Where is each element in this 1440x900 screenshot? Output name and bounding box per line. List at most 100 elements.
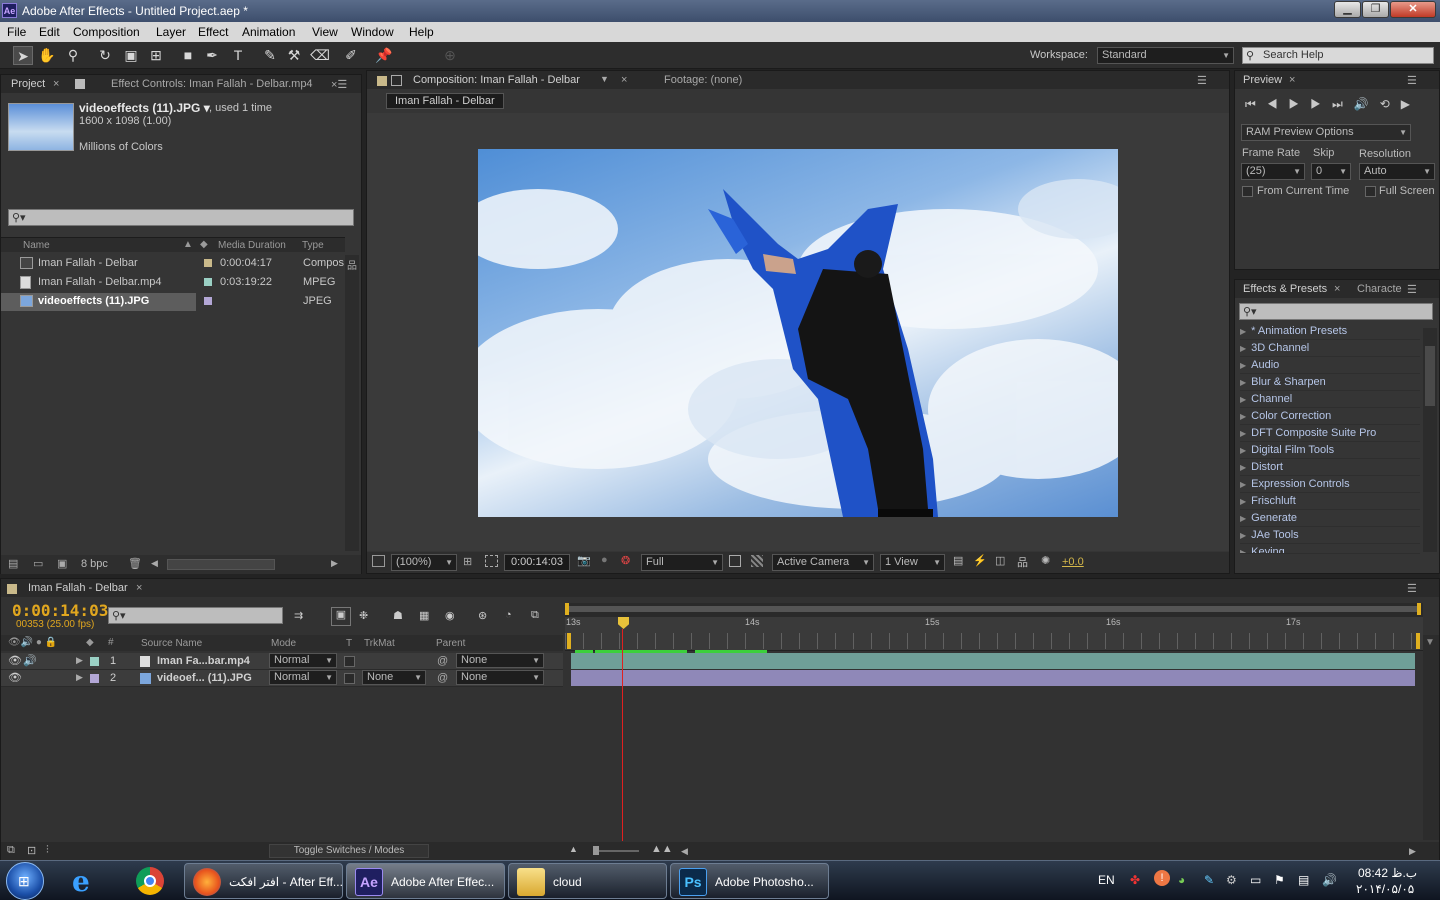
- close-button[interactable]: ✕: [1390, 1, 1436, 18]
- layer-parent-dropdown[interactable]: None: [456, 670, 544, 685]
- flowchart-view-icon[interactable]: 品: [1017, 554, 1028, 570]
- keyboard-tray-icon[interactable]: ▭: [1250, 873, 1261, 887]
- tab-composition[interactable]: Composition: Iman Fallah - Delbar: [413, 74, 580, 86]
- camera-dropdown[interactable]: Active Camera: [772, 554, 874, 571]
- first-frame-icon[interactable]: ⏮: [1245, 97, 1267, 111]
- tab-preview[interactable]: Preview: [1243, 74, 1282, 86]
- skip-dropdown[interactable]: 0: [1311, 163, 1351, 180]
- effect-category[interactable]: Frischluft: [1240, 493, 1420, 510]
- tab-timeline[interactable]: Iman Fallah - Delbar: [28, 582, 128, 594]
- zoom-slider-thumb[interactable]: [593, 846, 599, 855]
- preserve-transparency-checkbox[interactable]: [344, 656, 355, 667]
- workspace-dropdown[interactable]: Standard: [1097, 47, 1234, 64]
- hide-shy-layers-icon[interactable]: ☗: [393, 609, 403, 622]
- taskbar-item-firefox[interactable]: افتر افکت - After Eff...: [184, 863, 343, 899]
- pick-whip-icon[interactable]: @: [437, 655, 448, 667]
- pick-whip-icon[interactable]: @: [437, 672, 448, 684]
- toggle-switches-modes-button[interactable]: Toggle Switches / Modes: [269, 844, 429, 858]
- minimize-button[interactable]: ▁: [1334, 1, 1361, 18]
- previous-frame-icon[interactable]: ◀: [1267, 97, 1289, 111]
- flowchart-icon[interactable]: 品: [347, 257, 357, 272]
- region-of-interest-icon[interactable]: [729, 555, 741, 567]
- text-tool-icon[interactable]: T: [228, 46, 248, 65]
- brush-tool-icon[interactable]: ✎: [260, 46, 280, 65]
- layer-parent-dropdown[interactable]: None: [456, 653, 544, 668]
- timeline-panel-menu-icon[interactable]: ☰: [1407, 582, 1417, 595]
- timeline-icon[interactable]: ◫: [995, 554, 1005, 567]
- comp-dropdown-icon[interactable]: ▼: [600, 74, 609, 84]
- layer-row[interactable]: 👁 🔊 ▶ 1 Iman Fa...bar.mp4 Normal @ None: [1, 653, 563, 670]
- ram-preview-options-dropdown[interactable]: RAM Preview Options: [1241, 124, 1411, 141]
- project-scrollbar[interactable]: [345, 255, 359, 551]
- label-tag-icon[interactable]: ◆: [200, 239, 208, 250]
- clone-stamp-tool-icon[interactable]: ⚒: [284, 46, 304, 65]
- clock-time[interactable]: 08:42 ب.ظ: [1358, 866, 1417, 880]
- project-row-selected[interactable]: videoeffects (11).JPG JPEG: [1, 293, 345, 311]
- color-channel-icon[interactable]: ❂: [621, 554, 630, 567]
- selection-tool-icon[interactable]: ➤: [13, 46, 33, 65]
- graph-editor-icon[interactable]: ⧉: [531, 609, 539, 622]
- taskbar-item-photoshop[interactable]: Ps Adobe Photosho...: [670, 863, 829, 899]
- work-area-bar[interactable]: [565, 603, 1423, 617]
- label-color-swatch[interactable]: [204, 259, 212, 267]
- effects-scrollbar-thumb[interactable]: [1425, 346, 1435, 406]
- menu-effect[interactable]: Effect: [198, 25, 228, 39]
- rotate-tool-icon[interactable]: ↻: [95, 46, 115, 65]
- header-media-duration[interactable]: Media Duration: [218, 240, 286, 251]
- zoom-out-icon[interactable]: ▲: [569, 844, 578, 854]
- effect-category[interactable]: Distort: [1240, 459, 1420, 476]
- show-snapshot-icon[interactable]: ●: [601, 554, 608, 566]
- tab-project-close-icon[interactable]: ×: [53, 78, 59, 90]
- view-layout-dropdown[interactable]: 1 View: [880, 554, 945, 571]
- layer-bar-video[interactable]: [571, 653, 1415, 669]
- effect-category[interactable]: Blur & Sharpen: [1240, 374, 1420, 391]
- tab-character[interactable]: Characte: [1357, 283, 1402, 295]
- timeline-scroll-left-icon[interactable]: ◀: [681, 846, 688, 857]
- layer-mode-dropdown[interactable]: Normal: [269, 670, 337, 685]
- menu-file[interactable]: File: [7, 25, 26, 39]
- tab-preview-close-icon[interactable]: ×: [1289, 74, 1295, 86]
- tab-effects-presets[interactable]: Effects & Presets: [1243, 283, 1327, 295]
- video-visibility-icon[interactable]: 👁: [8, 654, 22, 667]
- resolution-dropdown[interactable]: Full: [641, 554, 723, 571]
- effect-category[interactable]: 3D Channel: [1240, 340, 1420, 357]
- maximize-button[interactable]: ❐: [1362, 1, 1389, 18]
- effect-category[interactable]: * Animation Presets: [1240, 323, 1420, 340]
- full-screen-checkbox[interactable]: [1365, 186, 1376, 197]
- in-out-stretch-icon[interactable]: ⫶: [46, 844, 49, 857]
- tab-timeline-close-icon[interactable]: ×: [136, 582, 142, 594]
- puppet-pin-tool-icon[interactable]: 📌: [374, 46, 394, 65]
- settings-tray-icon[interactable]: ⚙: [1226, 873, 1237, 887]
- effect-category[interactable]: Color Correction: [1240, 408, 1420, 425]
- effects-panel-menu-icon[interactable]: ☰: [1407, 283, 1417, 296]
- start-button[interactable]: ⊞: [6, 862, 44, 900]
- last-frame-icon[interactable]: ⏭: [1332, 97, 1354, 111]
- tab-footage[interactable]: Footage: (none): [664, 74, 742, 86]
- time-ruler[interactable]: 13s 14s 15s 16s 17s: [565, 617, 1423, 651]
- hand-tool-icon[interactable]: ✋: [37, 46, 57, 65]
- project-row[interactable]: Iman Fallah - Delbar 0:00:04:17 Compos: [1, 255, 345, 273]
- network-icon[interactable]: ▤: [1298, 873, 1309, 887]
- label-color-swatch[interactable]: [204, 297, 212, 305]
- layer-source-name[interactable]: videoef... (11).JPG: [157, 672, 252, 684]
- preview-resolution-dropdown[interactable]: Auto: [1359, 163, 1435, 180]
- menu-edit[interactable]: Edit: [39, 25, 60, 39]
- header-source-name[interactable]: Source Name: [141, 638, 202, 649]
- layer-mode-dropdown[interactable]: Normal: [269, 653, 337, 668]
- grid-guides-icon[interactable]: ⊞: [463, 555, 472, 568]
- comp-subtab[interactable]: Iman Fallah - Delbar: [386, 93, 504, 109]
- pen-tool-icon[interactable]: ✒: [202, 46, 222, 65]
- auto-keyframe-icon[interactable]: ◔: [505, 609, 512, 621]
- clock-date[interactable]: ۲۰۱۴/۰۵/۰۵: [1356, 882, 1414, 896]
- fast-previews-icon[interactable]: ⚡: [973, 554, 987, 567]
- work-area-start-handle[interactable]: [565, 603, 569, 615]
- rectangle-tool-icon[interactable]: ■: [178, 46, 198, 65]
- tab-project[interactable]: Project: [11, 78, 45, 90]
- project-search-input[interactable]: [8, 209, 354, 226]
- taskbar-item-after-effects[interactable]: Ae Adobe After Effec...: [346, 863, 505, 899]
- zoom-in-icon[interactable]: ▲▲: [651, 843, 673, 855]
- brainstorm-icon[interactable]: ⊛: [478, 609, 487, 622]
- eraser-tool-icon[interactable]: ⌫: [310, 46, 330, 65]
- comp-mini-flowchart-icon[interactable]: ⇉: [294, 609, 303, 622]
- project-row[interactable]: Iman Fallah - Delbar.mp4 0:03:19:22 MPEG: [1, 274, 345, 292]
